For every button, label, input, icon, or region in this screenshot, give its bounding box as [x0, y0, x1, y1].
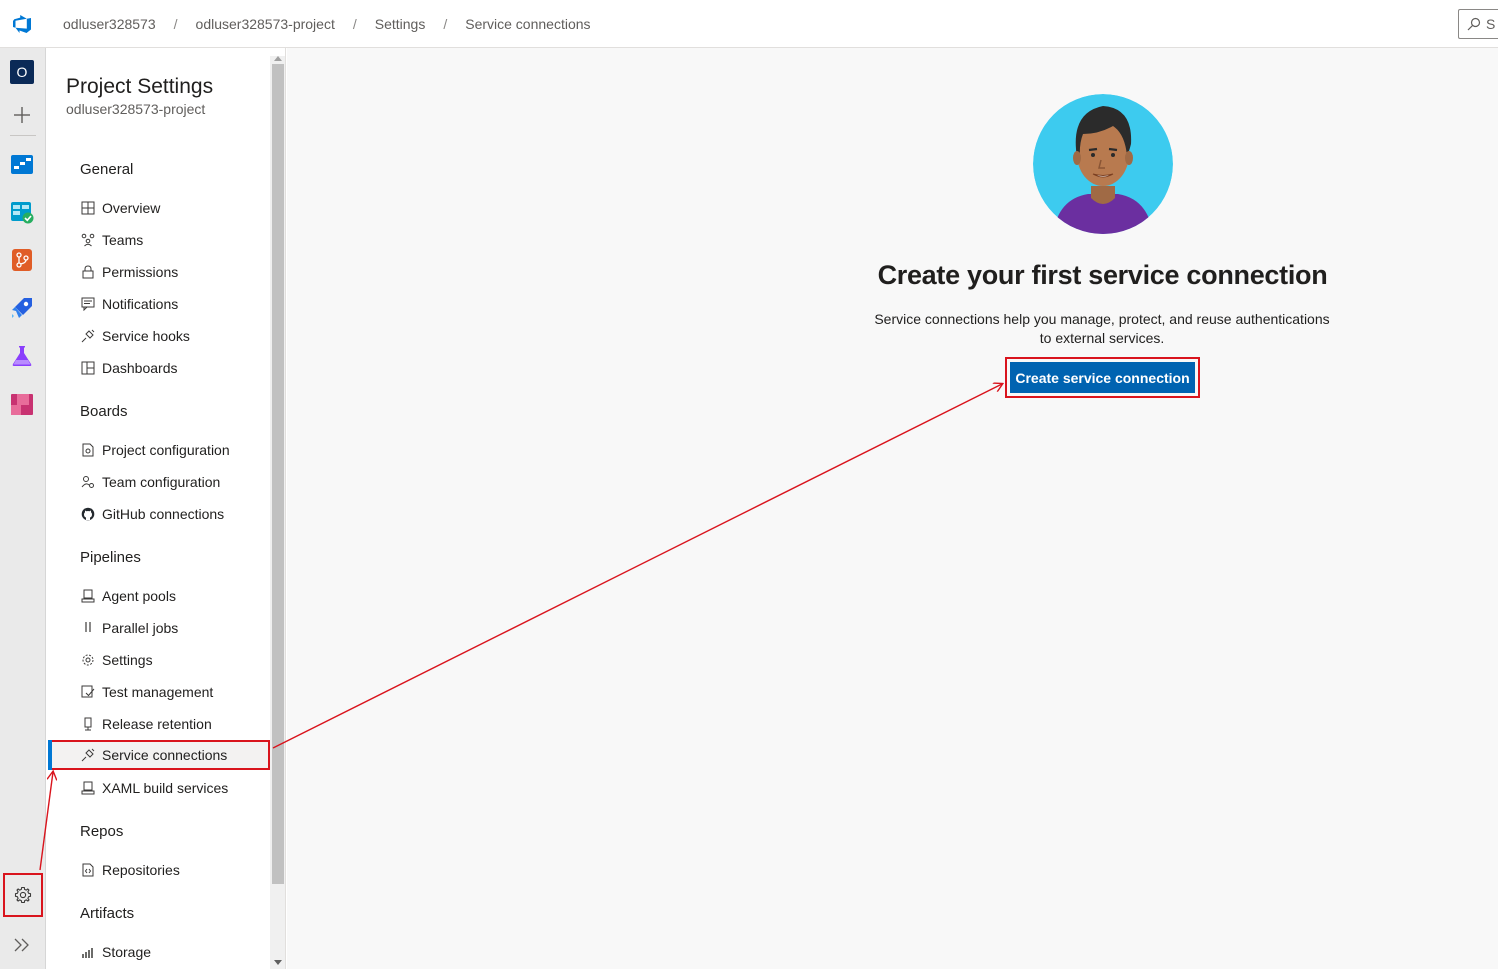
nav-item-release-retention[interactable]: Release retention — [46, 709, 270, 739]
nav-item-xaml-build-services[interactable]: XAML build services — [46, 773, 270, 803]
search-icon — [1467, 17, 1481, 31]
overview-icon — [80, 200, 96, 216]
nav-item-label: GitHub connections — [102, 506, 225, 522]
nav-group-pipelines: Pipelines — [80, 549, 141, 566]
nav-item-permissions[interactable]: Permissions — [46, 257, 270, 287]
nav-scrollbar[interactable] — [270, 56, 285, 969]
azure-devops-logo-icon[interactable] — [0, 0, 46, 48]
create-button-highlight: Create service connection — [1005, 357, 1200, 398]
nav-item-label: Overview — [102, 200, 161, 216]
org-initial: O — [10, 60, 34, 84]
main-content: Create your first service connection Ser… — [287, 48, 1498, 969]
dashboards-icon — [80, 360, 96, 376]
test-plans-check-icon[interactable] — [9, 199, 35, 225]
breadcrumb-separator: / — [352, 15, 357, 32]
breadcrumb-project[interactable]: odluser328573-project — [190, 16, 341, 32]
search-input[interactable]: S — [1458, 9, 1498, 39]
nav-item-label: Storage — [102, 944, 152, 960]
nav-item-label: Permissions — [102, 264, 179, 280]
nav-item-label: Agent pools — [102, 588, 176, 604]
nav-item-label: Service connections — [102, 747, 228, 763]
test-management-icon — [80, 684, 96, 700]
create-service-connection-button[interactable]: Create service connection — [1010, 362, 1195, 393]
nav-group-boards: Boards — [80, 403, 128, 420]
nav-subtitle: odluser328573-project — [66, 101, 206, 117]
rail-divider — [10, 135, 36, 136]
nav-item-label: Test management — [102, 684, 214, 700]
nav-item-label: Parallel jobs — [102, 620, 179, 636]
org-avatar[interactable]: O — [9, 59, 35, 85]
boards-icon[interactable] — [9, 151, 35, 177]
nav-item-label: Team configuration — [102, 474, 221, 490]
plus-icon[interactable] — [9, 102, 35, 128]
expand-chevrons-icon[interactable] — [10, 933, 34, 957]
empty-state-title: Create your first service connection — [877, 260, 1328, 290]
scrollbar-thumb[interactable] — [272, 64, 284, 884]
nav-item-label: Notifications — [102, 296, 179, 312]
nav-item-agent-pools[interactable]: Agent pools — [46, 581, 270, 611]
github-icon — [80, 506, 96, 522]
parallel-jobs-icon — [80, 620, 96, 636]
nav-item-label: Teams — [102, 232, 144, 248]
nav-item-overview[interactable]: Overview — [46, 193, 270, 223]
left-rail: O — [0, 48, 46, 969]
breadcrumb-service-connections[interactable]: Service connections — [459, 16, 596, 32]
artifacts-icon[interactable] — [9, 391, 35, 417]
nav-title: Project Settings — [66, 75, 214, 98]
scroll-down-arrow-icon[interactable] — [274, 960, 282, 965]
repos-icon[interactable] — [9, 247, 35, 273]
nav-item-teams[interactable]: Teams — [46, 225, 270, 255]
breadcrumb-separator: / — [173, 15, 178, 32]
plug-icon — [80, 747, 96, 763]
nav-group-artifacts: Artifacts — [80, 905, 135, 922]
nav-item-label: Release retention — [102, 716, 212, 732]
person-illustration — [1033, 94, 1173, 234]
notifications-icon — [80, 296, 96, 312]
nav-item-label: XAML build services — [102, 780, 229, 796]
project-settings-gear-button[interactable] — [3, 873, 43, 917]
plug-icon — [80, 328, 96, 344]
nav-item-repositories[interactable]: Repositories — [46, 855, 270, 885]
nav-group-repos: Repos — [80, 823, 124, 840]
nav-item-pipeline-settings[interactable]: Settings — [46, 645, 270, 675]
breadcrumb: odluser328573 / odluser328573-project / … — [57, 16, 597, 32]
nav-item-label: Service hooks — [102, 328, 190, 344]
scroll-up-arrow-icon[interactable] — [274, 56, 282, 61]
breadcrumb-org[interactable]: odluser328573 — [57, 16, 162, 32]
agent-pools-icon — [80, 588, 96, 604]
repositories-icon — [80, 862, 96, 878]
project-config-icon — [80, 442, 96, 458]
breadcrumb-separator: / — [443, 15, 448, 32]
nav-item-github-connections[interactable]: GitHub connections — [46, 499, 270, 529]
nav-item-team-configuration[interactable]: Team configuration — [46, 467, 270, 497]
empty-state-description: Service connections help you manage, pro… — [874, 311, 1330, 346]
gear-icon — [14, 886, 32, 904]
project-settings-nav: Project Settings odluser328573-project G… — [46, 48, 286, 969]
search-placeholder: S — [1486, 16, 1496, 32]
nav-item-service-hooks[interactable]: Service hooks — [46, 321, 270, 351]
nav-item-test-management[interactable]: Test management — [46, 677, 270, 707]
nav-item-service-connections[interactable]: Service connections — [48, 740, 270, 770]
nav-item-label: Dashboards — [102, 360, 178, 376]
pipelines-icon[interactable] — [9, 295, 35, 321]
lock-icon — [80, 264, 96, 280]
storage-chart-icon — [80, 944, 96, 960]
nav-item-label: Project configuration — [102, 442, 230, 458]
top-bar: odluser328573 / odluser328573-project / … — [0, 0, 1498, 48]
nav-item-label: Repositories — [102, 862, 180, 878]
team-config-icon — [80, 474, 96, 490]
nav-item-parallel-jobs[interactable]: Parallel jobs — [46, 613, 270, 643]
gear-icon — [80, 652, 96, 668]
breadcrumb-settings[interactable]: Settings — [369, 16, 432, 32]
nav-item-label: Settings — [102, 652, 153, 668]
nav-item-storage[interactable]: Storage — [46, 937, 270, 967]
test-flask-icon[interactable] — [9, 343, 35, 369]
nav-item-project-configuration[interactable]: Project configuration — [46, 435, 270, 465]
nav-item-notifications[interactable]: Notifications — [46, 289, 270, 319]
nav-group-general: General — [80, 161, 134, 178]
nav-item-dashboards[interactable]: Dashboards — [46, 353, 270, 383]
release-retention-icon — [80, 716, 96, 732]
teams-icon — [80, 232, 96, 248]
xaml-build-icon — [80, 780, 96, 796]
